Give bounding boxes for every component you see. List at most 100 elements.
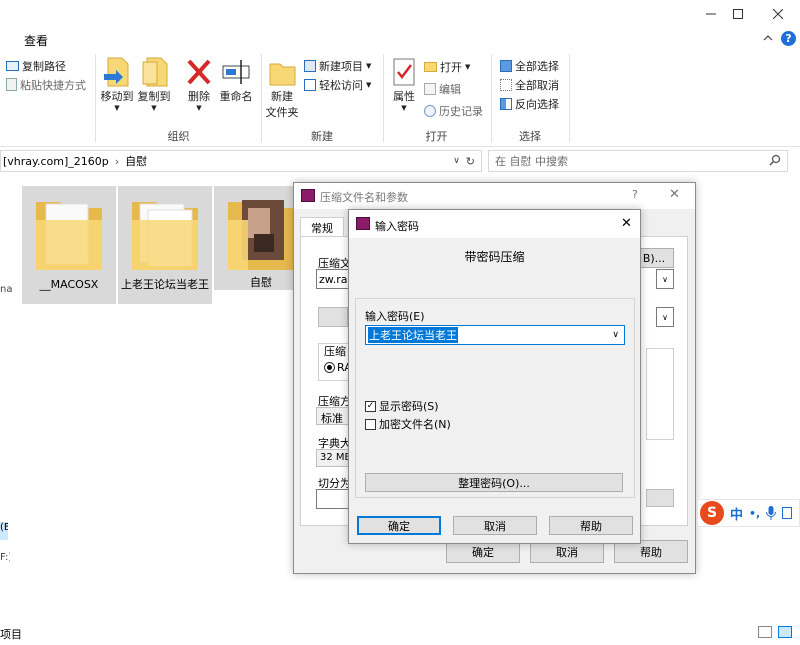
close-window-button[interactable] — [755, 0, 800, 28]
encrypt-filenames-checkbox[interactable]: 加密文件名(N) — [365, 416, 451, 432]
delete-icon — [187, 59, 211, 85]
password-dialog: 输入密码 ✕ 带密码压缩 输入密码(E) 上老王论坛当老王 ∨ ✓ 显示密码(S… — [348, 209, 641, 544]
search-box[interactable]: 在 自慰 中搜索 — [488, 150, 788, 172]
close-icon — [773, 9, 783, 19]
open-group-label: 打开 — [425, 130, 448, 143]
move-to-icon — [104, 57, 129, 87]
copy-to-label: 复制到 — [137, 90, 171, 103]
password-cancel-button[interactable]: 取消 — [453, 516, 537, 535]
password-input[interactable]: 上老王论坛当老王 ∨ — [365, 325, 625, 345]
folder-thumbnail-icon — [228, 200, 294, 270]
large-icons-view-icon[interactable] — [778, 626, 792, 638]
archive-help-button[interactable]: ? — [632, 188, 638, 201]
format-label: 压缩 — [324, 345, 346, 358]
new-item-label: 新建项目 — [319, 59, 363, 73]
set-password-button[interactable] — [646, 489, 674, 507]
sogou-logo-icon[interactable]: S — [700, 501, 724, 525]
ime-punctuation-toggle[interactable]: •, — [749, 507, 760, 520]
search-input[interactable]: 在 自慰 中搜索 — [495, 153, 568, 169]
invert-selection-button[interactable]: 反向选择 — [500, 94, 559, 113]
new-folder-icon — [269, 63, 296, 86]
invert-selection-icon — [500, 97, 512, 110]
edit-button[interactable]: 编辑 — [424, 79, 461, 98]
new-group-label: 新建 — [311, 130, 333, 143]
breadcrumb-parent[interactable]: [vhray.com]_2160p — [1, 155, 109, 168]
refresh-icon[interactable]: ↻ — [466, 155, 481, 168]
checkbox-checked-icon: ✓ — [365, 400, 376, 412]
keyboard-icon[interactable] — [782, 507, 793, 519]
dict-select[interactable]: 32 MB — [316, 449, 350, 467]
details-view-icon[interactable] — [758, 626, 772, 638]
organize-group-label: 组织 — [167, 130, 190, 143]
history-icon — [424, 104, 436, 117]
ribbon-divider — [569, 54, 570, 142]
tab-general[interactable]: 常规 — [300, 217, 344, 237]
edit-label: 编辑 — [439, 82, 461, 96]
folder-laowang[interactable]: 上老王论坛当老王 — [118, 186, 212, 304]
ime-toolbar[interactable]: S 中 •, — [697, 499, 800, 527]
copy-path-label: 复制路径 — [22, 59, 66, 73]
show-password-checkbox[interactable]: ✓ 显示密码(S) — [365, 398, 439, 414]
properties-icon — [393, 58, 415, 86]
chevron-down-icon[interactable]: ∨ — [453, 156, 466, 166]
new-folder-label-1: 新建 — [271, 90, 293, 103]
open-folder-icon — [424, 61, 437, 72]
copy-path-button[interactable]: 复制路径 — [6, 56, 66, 75]
delete-button[interactable]: 删除 ▼ — [182, 56, 216, 112]
ime-language-toggle[interactable]: 中 — [730, 504, 743, 523]
password-dialog-title: 输入密码 — [375, 220, 419, 233]
select-none-button[interactable]: 全部取消 — [500, 75, 559, 94]
update-mode-dropdown[interactable]: ∨ — [656, 307, 674, 327]
address-bar[interactable]: [vhray.com]_2160p › 自慰 ∨ ↻ — [0, 150, 482, 172]
rename-icon — [222, 60, 250, 84]
copy-to-button[interactable]: 复制到 ▼ — [136, 56, 172, 112]
drive-item-fragment-2[interactable]: F:) — [0, 552, 10, 563]
folder-macosx[interactable]: __MACOSX — [22, 186, 116, 304]
password-ok-button[interactable]: 确定 — [357, 516, 441, 535]
status-items: 项目 — [0, 628, 22, 641]
microphone-icon[interactable] — [766, 506, 777, 520]
archive-name-dropdown[interactable]: ∨ — [656, 269, 674, 289]
copy-path-icon — [6, 60, 19, 71]
properties-button[interactable]: 属性 ▼ — [388, 56, 420, 112]
new-folder-label-2: 文件夹 — [265, 106, 299, 119]
password-heading: 带密码压缩 — [464, 250, 525, 264]
rename-button[interactable]: 重命名 — [217, 56, 255, 104]
password-help-button[interactable]: 帮助 — [549, 516, 633, 535]
history-button[interactable]: 历史记录 — [424, 101, 483, 120]
checkbox-unchecked-icon — [365, 418, 376, 430]
select-group-label: 选择 — [519, 130, 541, 143]
invert-selection-label: 反向选择 — [515, 97, 559, 111]
easy-access-button[interactable]: 轻松访问 ▼ — [304, 75, 371, 94]
folder-icon — [132, 202, 198, 270]
profiles-button[interactable] — [318, 307, 348, 327]
options-group — [646, 348, 674, 440]
paste-shortcut-button[interactable]: 粘贴快捷方式 — [6, 75, 86, 94]
tab-view[interactable]: 查看 — [24, 32, 48, 49]
archive-name-input[interactable]: zw.rar — [316, 269, 350, 289]
open-button[interactable]: 打开 ▼ — [424, 57, 470, 76]
chevron-down-icon[interactable]: ∨ — [612, 330, 624, 340]
nav-pane-fragment: na — [0, 284, 13, 295]
copy-to-icon — [142, 57, 168, 87]
select-all-button[interactable]: 全部选择 — [500, 56, 559, 75]
new-item-button[interactable]: 新建项目 ▼ — [304, 56, 371, 75]
organize-passwords-button[interactable]: 整理密码(O)... — [365, 473, 623, 492]
select-none-icon — [500, 78, 512, 91]
radio-checked-icon — [324, 362, 335, 373]
chevron-right-icon: › — [114, 154, 120, 168]
select-all-icon — [500, 59, 512, 72]
breadcrumb-current[interactable]: 自慰 — [125, 153, 147, 169]
drive-item-fragment[interactable]: (E — [0, 522, 8, 540]
method-select[interactable]: 标准 — [316, 407, 350, 425]
move-to-label: 移动到 — [100, 90, 134, 103]
password-close-button[interactable]: ✕ — [621, 216, 632, 231]
split-input[interactable] — [316, 489, 350, 509]
new-folder-button[interactable]: 新建 文件夹 — [264, 56, 300, 120]
maximize-icon — [733, 9, 743, 19]
help-icon[interactable]: ? — [781, 31, 796, 46]
archive-close-button[interactable]: ✕ — [669, 187, 680, 202]
search-icon — [769, 154, 787, 169]
chevron-up-icon[interactable] — [762, 33, 774, 46]
move-to-button[interactable]: 移动到 ▼ — [99, 56, 135, 112]
